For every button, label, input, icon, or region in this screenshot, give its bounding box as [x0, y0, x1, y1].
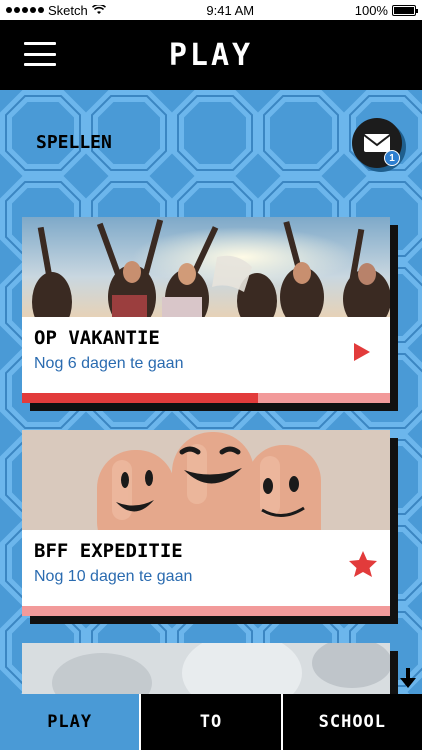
- game-card-op-vakantie[interactable]: OP VAKANTIE Nog 6 dagen te gaan: [22, 217, 390, 403]
- tab-school[interactable]: SCHOOL: [280, 694, 422, 750]
- card-progress-bar: [22, 393, 390, 403]
- battery-icon: [391, 4, 418, 16]
- card-body: OP VAKANTIE Nog 6 dagen te gaan: [22, 317, 390, 393]
- tab-bar: PLAY TO SCHOOL: [0, 694, 422, 750]
- page-title: PLAY: [168, 37, 254, 73]
- clock: 9:41 AM: [206, 2, 255, 18]
- status-left: Sketch: [6, 3, 106, 18]
- card-image-party: [22, 217, 390, 317]
- wifi-icon: [91, 5, 106, 14]
- play-triangle-icon[interactable]: [352, 341, 372, 363]
- card-title: OP VAKANTIE: [34, 327, 160, 349]
- card-image-blurred: [22, 643, 390, 694]
- battery-percent: 100%: [354, 2, 388, 18]
- mail-badge: 1: [384, 150, 400, 166]
- card-subtitle: Nog 6 dagen te gaan: [34, 355, 184, 372]
- arrow-down-icon[interactable]: [398, 666, 418, 690]
- signal-strength-icon: [6, 7, 44, 13]
- tab-to[interactable]: TO: [139, 694, 280, 750]
- mail-button[interactable]: 1: [352, 118, 402, 168]
- card-image-fingers: [22, 430, 390, 530]
- game-card-partial[interactable]: [22, 643, 390, 694]
- card-subtitle: Nog 10 dagen te gaan: [34, 568, 193, 585]
- hamburger-menu-icon[interactable]: [24, 42, 56, 66]
- card-progress-fill: [22, 393, 258, 403]
- status-right: 100%: [354, 2, 418, 18]
- card-title: BFF EXPEDITIE: [34, 540, 183, 562]
- game-card-bff-expeditie[interactable]: BFF EXPEDITIE Nog 10 dagen te gaan: [22, 430, 390, 616]
- star-icon[interactable]: [348, 550, 378, 578]
- envelope-icon: [363, 134, 391, 152]
- top-bar: PLAY: [0, 20, 422, 90]
- status-bar: Sketch 9:41 AM 100%: [0, 0, 422, 20]
- section-title: SPELLEN: [36, 132, 112, 153]
- tab-play[interactable]: PLAY: [0, 694, 140, 750]
- card-progress-bar: [22, 606, 390, 616]
- card-body: BFF EXPEDITIE Nog 10 dagen te gaan: [22, 530, 390, 606]
- main-content[interactable]: SPELLEN 1 OP VAKANTIE Nog 6 dagen te gaa…: [0, 90, 422, 694]
- carrier-label: Sketch: [48, 2, 88, 18]
